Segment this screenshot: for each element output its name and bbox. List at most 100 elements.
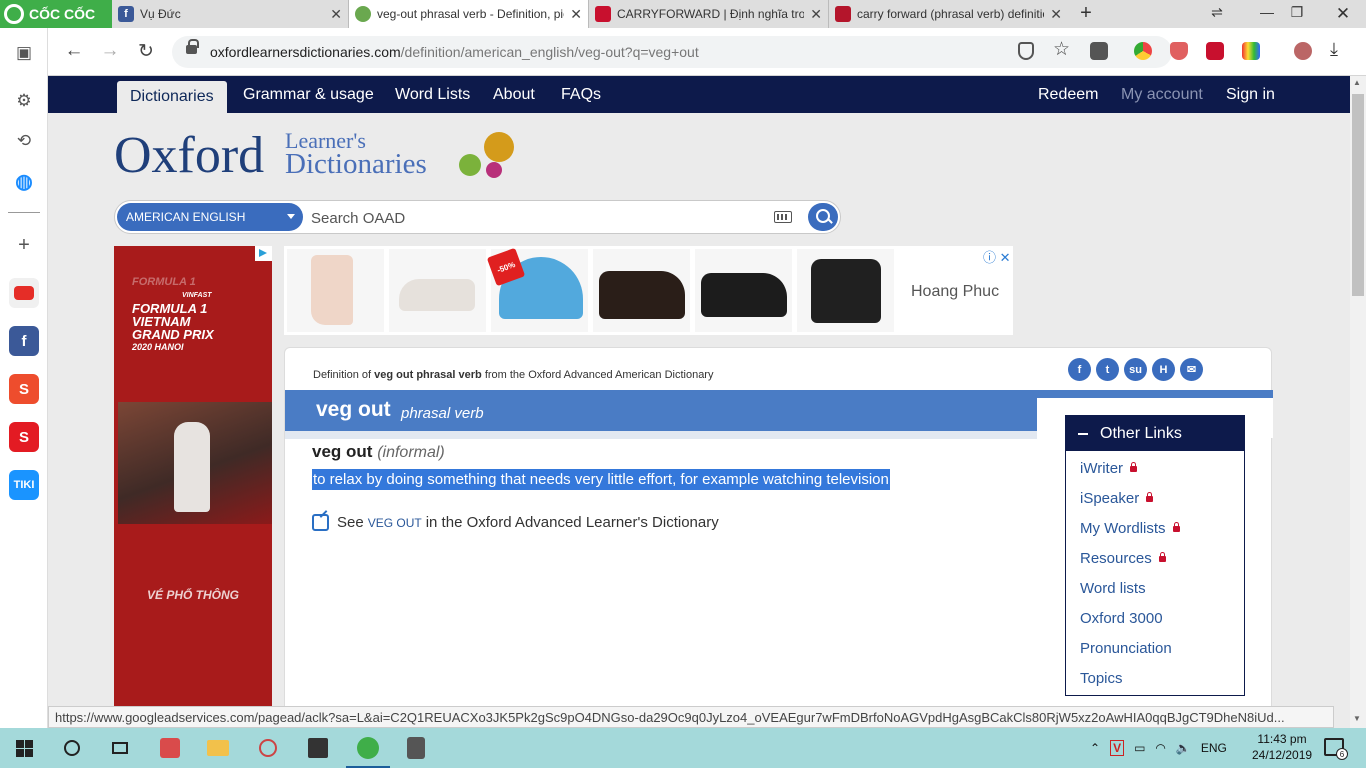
add-shortcut-icon[interactable]: + [9, 230, 39, 260]
extension-chrome-icon[interactable] [1134, 42, 1152, 60]
email-share-icon[interactable]: ✉ [1180, 358, 1203, 381]
scroll-down-arrow-icon[interactable]: ▼ [1353, 714, 1361, 723]
profile-avatar[interactable] [1294, 42, 1312, 60]
left-ad-banner[interactable]: FORMULA 1 VINFAST FORMULA 1 VIETNAM GRAN… [114, 246, 272, 706]
sendo-icon[interactable]: S [9, 422, 39, 452]
tab-grammar-usage[interactable]: Grammar & usage [243, 76, 374, 113]
ad-advertiser[interactable]: Hoang Phuc [911, 283, 999, 301]
ad-product-loafer[interactable] [593, 249, 690, 332]
tab-oxford[interactable]: veg-out phrasal verb - Definition, pictu… [348, 0, 588, 28]
my-account-link[interactable]: My account [1121, 76, 1203, 113]
action-center-icon[interactable]: 6 [1324, 738, 1348, 760]
windows-taskbar: ⌃ V ▭ ◠ 🔈 ENG 11:43 pm 24/12/2019 6 [0, 728, 1366, 768]
other-link-item[interactable]: Word lists [1080, 580, 1146, 597]
chevron-up-icon[interactable]: ⌃ [1090, 741, 1100, 755]
facebook-share-icon[interactable]: f [1068, 358, 1091, 381]
facebook-icon[interactable]: f [9, 326, 39, 356]
snipping-tool-icon[interactable] [254, 734, 282, 762]
sticky-app-icon[interactable] [304, 734, 332, 762]
other-link-item[interactable]: Topics [1080, 670, 1123, 687]
star-bookmark-icon[interactable]: ☆ [1053, 38, 1071, 60]
tab-list-icon[interactable]: ⇌ [1202, 4, 1232, 21]
ad-product-cap[interactable]: -50% [486, 247, 588, 332]
adblock-icon[interactable] [1170, 42, 1188, 60]
close-tab-icon[interactable]: ✕ [570, 6, 582, 23]
unikey-icon[interactable]: V [1110, 740, 1125, 756]
see-word[interactable]: VEG OUT [368, 516, 422, 530]
tiki-icon[interactable]: TIKI [9, 470, 39, 500]
close-tab-icon[interactable]: ✕ [330, 6, 342, 23]
app-icon-1[interactable] [156, 734, 184, 762]
downloads-icon[interactable]: ⤓ [1330, 39, 1348, 59]
sidebar-toggle-icon[interactable]: ▣ [9, 38, 39, 68]
settings-icon[interactable]: ⚙ [9, 86, 39, 116]
ad-close-icon[interactable]: ⓘ ✕ [983, 247, 1011, 266]
back-button[interactable]: ← [62, 40, 86, 62]
see-also-link[interactable]: See VEG OUT in the Oxford Advanced Learn… [312, 514, 719, 531]
forward-button[interactable]: → [98, 40, 122, 62]
scrollbar-thumb[interactable] [1352, 94, 1364, 296]
messenger-icon[interactable]: ◍ [9, 166, 39, 196]
tab-faqs[interactable]: FAQs [561, 76, 601, 113]
adchoices-icon[interactable] [255, 246, 272, 261]
battery-icon[interactable]: ▭ [1134, 741, 1145, 755]
other-link-item[interactable]: Pronunciation [1080, 640, 1172, 657]
keyboard-icon[interactable] [774, 211, 792, 223]
tab-about[interactable]: About [493, 76, 535, 113]
other-links-header[interactable]: Other Links [1066, 416, 1244, 451]
extension-color-icon[interactable] [1242, 42, 1260, 60]
reload-button[interactable]: ↻ [134, 40, 158, 63]
ad-ticket-text: VÉ PHỔ THÔNG [146, 588, 239, 602]
close-window-button[interactable]: ✕ [1328, 4, 1358, 24]
minimize-button[interactable]: — [1252, 4, 1282, 20]
windows-start-icon[interactable] [10, 734, 38, 762]
tab-dictionaries[interactable]: Dictionaries [117, 81, 227, 113]
coccoc-menu-button[interactable]: CỐC CỐC [0, 0, 112, 28]
extension-red-icon[interactable] [1206, 42, 1224, 60]
download-manager-icon[interactable] [1090, 42, 1108, 60]
cortana-search-icon[interactable] [58, 734, 86, 762]
stumbleupon-share-icon[interactable]: su [1124, 358, 1147, 381]
input-language[interactable]: ENG [1201, 741, 1227, 755]
ad-product-shoe[interactable] [695, 249, 792, 332]
close-tab-icon[interactable]: ✕ [1050, 6, 1062, 23]
tab-word-lists[interactable]: Word Lists [395, 76, 470, 113]
history-icon[interactable]: ⟲ [9, 126, 39, 156]
file-explorer-icon[interactable] [204, 734, 232, 762]
other-link-item[interactable]: Resources [1080, 550, 1166, 567]
shopee-icon[interactable]: S [9, 374, 39, 404]
scroll-up-arrow-icon[interactable]: ▲ [1353, 78, 1361, 87]
clock-date: 24/12/2019 [1252, 748, 1313, 762]
close-tab-icon[interactable]: ✕ [810, 6, 822, 23]
maximize-button[interactable]: ❐ [1282, 4, 1312, 21]
dictionary-select[interactable]: AMERICAN ENGLISH [117, 203, 303, 231]
volume-icon[interactable]: 🔈 [1176, 741, 1191, 755]
new-tab-button[interactable]: + [1074, 2, 1098, 25]
shield-icon[interactable] [1018, 42, 1034, 60]
other-link-item[interactable]: iSpeaker [1080, 490, 1154, 507]
task-view-icon[interactable] [106, 734, 134, 762]
ad-product-velcro-shoe[interactable] [797, 249, 894, 332]
other-link-item[interactable]: My Wordlists [1080, 520, 1180, 537]
tab-facebook[interactable]: f Vụ Đức ✕ [112, 0, 348, 28]
wifi-icon[interactable]: ◠ [1155, 741, 1165, 755]
tab-cambridge[interactable]: CARRYFORWARD | Định nghĩa trong Từ điển … [588, 0, 828, 28]
coccoc-taskbar-icon[interactable] [346, 734, 390, 768]
sign-in-link[interactable]: Sign in [1226, 76, 1275, 113]
redeem-link[interactable]: Redeem [1038, 76, 1098, 113]
twitter-share-icon[interactable]: t [1096, 358, 1119, 381]
clock[interactable]: 11:43 pm 24/12/2019 [1252, 731, 1312, 763]
calculator-app-icon[interactable] [402, 734, 430, 762]
top-ad-banner[interactable]: -50% Hoang Phuc ⓘ ✕ [284, 246, 1013, 335]
youtube-icon[interactable] [9, 278, 39, 308]
search-button[interactable] [808, 203, 838, 231]
other-link-item[interactable]: Oxford 3000 [1080, 610, 1163, 627]
tab-title: Vụ Đức [140, 7, 181, 21]
search-input[interactable] [311, 208, 761, 228]
ad-product-boot[interactable] [287, 249, 384, 332]
tab-macmillan[interactable]: carry forward (phrasal verb) definition … [828, 0, 1068, 28]
other-link-item[interactable]: iWriter [1080, 460, 1138, 477]
hyves-share-icon[interactable]: H [1152, 358, 1175, 381]
ad-product-sneaker[interactable] [389, 249, 486, 332]
oxford-learners-logo[interactable]: Oxford Learner's Dictionaries [114, 128, 554, 192]
